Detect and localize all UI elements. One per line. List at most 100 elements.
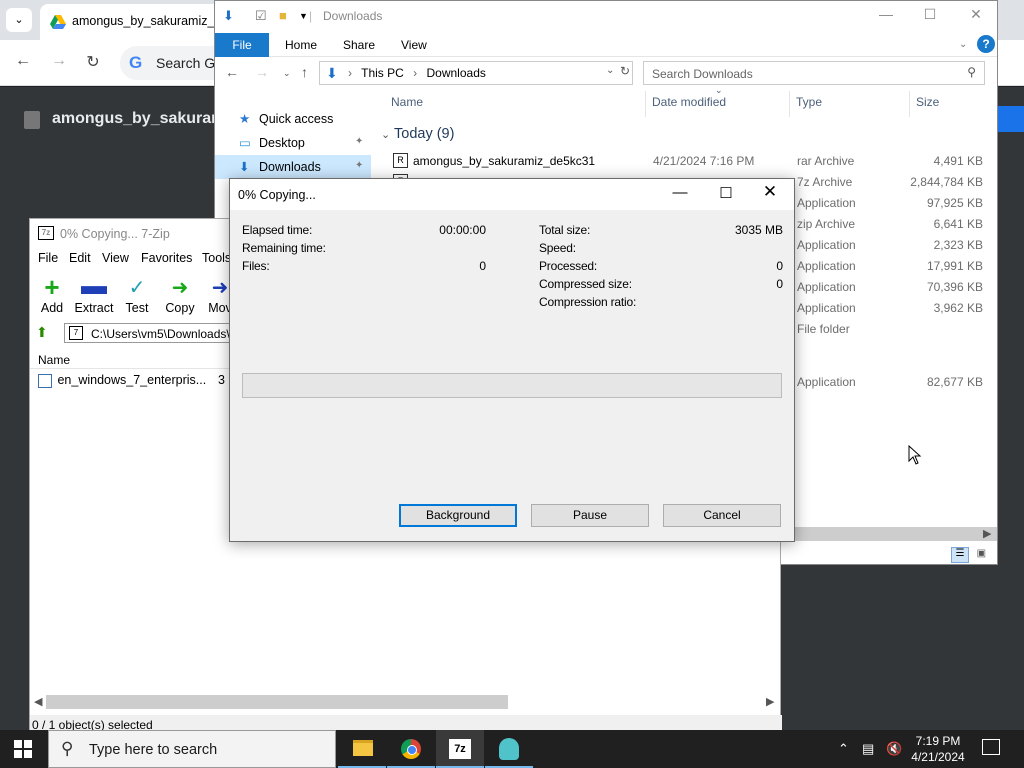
- test-button[interactable]: ✓ Test: [115, 275, 159, 315]
- mouse-cursor-icon: [908, 445, 922, 465]
- ribbon-expand-icon[interactable]: ⌄: [959, 39, 967, 50]
- close-icon[interactable]: ✕: [750, 182, 790, 202]
- recent-locations-icon[interactable]: ⌄: [283, 68, 291, 79]
- close-icon[interactable]: ✕: [961, 6, 991, 23]
- maximize-icon[interactable]: ☐: [706, 184, 746, 202]
- cancel-button[interactable]: Cancel: [663, 504, 781, 527]
- file-type: Application: [797, 196, 856, 210]
- chrome-tab[interactable]: amongus_by_sakuramiz_de: [40, 4, 240, 40]
- background-button[interactable]: Background: [399, 504, 517, 527]
- tab-share[interactable]: Share: [343, 38, 375, 52]
- maximize-icon[interactable]: ☐: [915, 6, 945, 23]
- group-header-today[interactable]: ⌄ Today (9): [381, 126, 454, 142]
- minimize-icon[interactable]: —: [871, 6, 901, 22]
- network-icon[interactable]: ▤: [862, 741, 874, 757]
- nav-desktop[interactable]: ▭ Desktop ✦: [215, 131, 371, 155]
- reload-icon[interactable]: ↻: [82, 52, 104, 72]
- file-type: File folder: [797, 322, 850, 336]
- scroll-right-icon[interactable]: ▶: [766, 695, 774, 708]
- forward-icon[interactable]: →: [48, 52, 70, 70]
- menu-tools[interactable]: Tools: [202, 251, 231, 265]
- column-type[interactable]: Type: [796, 95, 822, 109]
- remaining-time-label: Remaining time:: [242, 241, 326, 255]
- forward-icon[interactable]: →: [255, 64, 269, 80]
- menu-view[interactable]: View: [102, 251, 129, 265]
- nav-quick-access[interactable]: ★ Quick access: [215, 107, 371, 131]
- large-icons-view-icon[interactable]: ▣: [972, 548, 990, 564]
- 7zip-logo-icon: 7: [69, 326, 83, 340]
- search-input[interactable]: Search Downloads ⚲: [643, 61, 985, 85]
- horizontal-scrollbar[interactable]: [781, 527, 997, 541]
- address-bar[interactable]: ⬇ › This PC › Downloads ⌄ ↻: [319, 61, 633, 85]
- help-icon[interactable]: ?: [977, 35, 995, 53]
- ribbon-tabs: File Home Share View ⌄ ?: [215, 31, 997, 57]
- tab-home[interactable]: Home: [285, 38, 317, 52]
- menu-file[interactable]: File: [38, 251, 58, 265]
- dialog-titlebar: 0% Copying... — ☐ ✕: [230, 179, 794, 210]
- extract-button[interactable]: ▬ Extract: [71, 272, 117, 315]
- horizontal-scrollbar[interactable]: [46, 695, 508, 709]
- google-g-icon: G: [129, 53, 143, 72]
- pin-icon: ✦: [355, 136, 364, 147]
- properties-icon[interactable]: ☑: [255, 8, 267, 24]
- refresh-icon[interactable]: ↻: [620, 64, 630, 78]
- compressed-size-value: 0: [776, 277, 783, 291]
- scroll-left-icon[interactable]: ◀: [34, 695, 42, 708]
- details-view-icon[interactable]: ☰: [951, 547, 969, 563]
- windows-start-icon[interactable]: [14, 740, 32, 758]
- downloads-arrow-icon: ⬇: [239, 160, 250, 174]
- compressed-size-label: Compressed size:: [539, 277, 632, 291]
- tab-search-button[interactable]: ⌄: [6, 8, 32, 32]
- drive-share-button[interactable]: [996, 106, 1024, 132]
- menu-edit[interactable]: Edit: [69, 251, 91, 265]
- back-icon[interactable]: ←: [225, 64, 239, 80]
- tab-file[interactable]: File: [215, 33, 269, 57]
- nav-downloads[interactable]: ⬇ Downloads ✦: [215, 155, 371, 179]
- taskbar-chrome[interactable]: [387, 730, 435, 768]
- iso-file-icon: [38, 373, 52, 388]
- navigation-pane: ★ Quick access ▭ Desktop ✦ ⬇ Downloads ✦: [215, 97, 371, 187]
- taskbar-file-explorer[interactable]: [338, 730, 386, 768]
- folder-up-icon[interactable]: ⬆: [36, 324, 48, 341]
- menu-favorites[interactable]: Favorites: [141, 251, 192, 265]
- pause-button[interactable]: Pause: [531, 504, 649, 527]
- file-row[interactable]: Ramongus_by_sakuramiz_de5kc31 4/21/2024 7…: [375, 151, 995, 172]
- list-item[interactable]: en_windows_7_enterpris... 3 1: [38, 373, 235, 388]
- total-size-value: 3035 MB: [734, 223, 783, 237]
- taskbar-7zip[interactable]: 7z: [436, 730, 484, 768]
- breadcrumb-this-pc[interactable]: This PC: [361, 66, 404, 80]
- qat-dropdown-icon[interactable]: ▼: [299, 11, 308, 21]
- new-folder-icon[interactable]: ■: [279, 8, 287, 23]
- downloads-arrow-icon: ⬇: [326, 65, 338, 81]
- scroll-right-icon[interactable]: ▶: [983, 527, 991, 540]
- column-date-modified[interactable]: Date modified: [652, 95, 726, 109]
- breadcrumb-downloads[interactable]: Downloads: [427, 66, 486, 80]
- system-clock[interactable]: 7:19 PM 4/21/2024: [906, 733, 970, 765]
- view-toggle: ☰ ▣: [951, 545, 990, 564]
- miku-app-icon: [499, 738, 519, 760]
- pin-icon: ✦: [355, 160, 364, 171]
- copy-arrow-icon: ➜: [171, 277, 189, 299]
- volume-muted-icon[interactable]: 🔇: [886, 741, 902, 757]
- taskbar-search-box[interactable]: ⚲ Type here to search: [48, 730, 336, 768]
- add-button[interactable]: + Add: [30, 274, 74, 315]
- address-dropdown-icon[interactable]: ⌄: [606, 65, 614, 76]
- column-name[interactable]: Name: [38, 353, 70, 367]
- 7zip-logo-icon: 7z: [38, 226, 54, 240]
- show-hidden-icons-icon[interactable]: ⌃: [838, 741, 849, 757]
- back-icon[interactable]: ←: [12, 52, 34, 70]
- copy-button[interactable]: ➜ Copy: [158, 275, 202, 315]
- column-size[interactable]: Size: [916, 95, 939, 109]
- notification-center-icon[interactable]: [982, 739, 1000, 755]
- omnibox-text: Search Go: [156, 55, 223, 71]
- file-date: 4/21/2024 7:16 PM: [653, 154, 755, 168]
- minimize-icon[interactable]: —: [660, 184, 700, 201]
- column-name[interactable]: Name: [391, 95, 423, 109]
- taskbar-app-miku[interactable]: [485, 730, 533, 768]
- up-icon[interactable]: ↑: [301, 64, 308, 80]
- files-value: 0: [479, 259, 486, 273]
- google-drive-icon: [50, 15, 66, 29]
- copy-progress-dialog: 0% Copying... — ☐ ✕ Elapsed time: 00:00:…: [229, 178, 795, 542]
- tab-view[interactable]: View: [401, 38, 427, 52]
- elapsed-time-label: Elapsed time:: [242, 223, 313, 237]
